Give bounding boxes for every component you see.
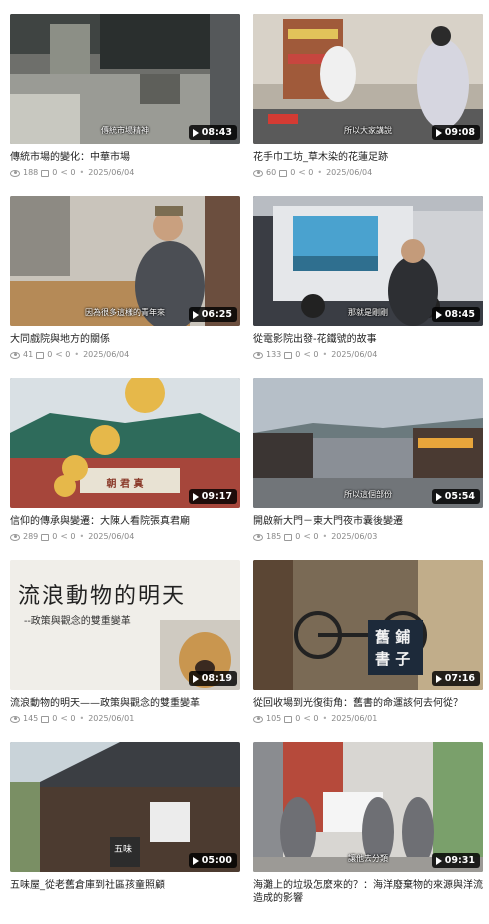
- duration-badge: 05:00: [188, 853, 237, 868]
- eye-icon: [10, 169, 20, 177]
- video-card[interactable]: 流浪動物的明天 --政策與觀念的雙重變革 08:19 流浪動物的明天——政策與觀…: [10, 560, 240, 742]
- eye-icon: [253, 169, 263, 177]
- video-meta: 145 0 0 •2025/06/01: [10, 714, 240, 724]
- video-card[interactable]: 因為很多這樣的青年來 06:25 大同戲院與地方的關係 41 0 0 •2025…: [10, 196, 240, 378]
- play-icon: [192, 492, 199, 501]
- wuwei-sign: 五味: [114, 845, 133, 855]
- video-title[interactable]: 開啟新大門－東大門夜市囊後變遷: [253, 515, 483, 528]
- video-thumbnail[interactable]: 讓他去分類 09:31: [253, 742, 483, 872]
- share-icon: [60, 532, 68, 542]
- video-meta: 188 0 0 •2025/06/04: [10, 168, 240, 178]
- video-thumbnail[interactable]: 所以這個部份 05:54: [253, 378, 483, 508]
- comment-icon: [284, 351, 293, 359]
- video-thumbnail[interactable]: 那就是剛剛 08:45: [253, 196, 483, 326]
- comment-icon: [279, 169, 288, 177]
- video-meta: 289 0 0 •2025/06/04: [10, 532, 240, 542]
- comment-icon: [41, 533, 50, 541]
- temple-sign: 朝 君 真: [106, 479, 144, 490]
- eye-icon: [10, 533, 20, 541]
- video-meta: 60 0 0 •2025/06/04: [253, 168, 483, 178]
- video-title[interactable]: 花手巾工坊_草木染的花蓮足跡: [253, 151, 483, 164]
- video-title[interactable]: 海灘上的垃圾怎麼來的？：海洋廢棄物的來源與洋流造成的影響: [253, 879, 483, 905]
- duration-badge: 08:43: [188, 125, 237, 140]
- bookshop-sign-left: 書 子: [375, 650, 411, 668]
- eye-icon: [253, 715, 263, 723]
- video-thumbnail[interactable]: 五味 05:00: [10, 742, 240, 872]
- share-icon: [303, 714, 311, 724]
- video-card[interactable]: 所以大家講說 09:08 花手巾工坊_草木染的花蓮足跡 60 0 0 •2025…: [253, 14, 483, 196]
- share-icon: [60, 714, 68, 724]
- share-icon: [303, 350, 311, 360]
- share-icon: [298, 168, 306, 178]
- video-title[interactable]: 信仰的傳承與變遷：大陳人看院張真君廟: [10, 515, 240, 528]
- comment-icon: [36, 351, 45, 359]
- play-icon: [435, 674, 442, 683]
- share-icon: [303, 532, 311, 542]
- video-thumbnail[interactable]: 朝 君 真 09:17: [10, 378, 240, 508]
- video-card[interactable]: 所以這個部份 05:54 開啟新大門－東大門夜市囊後變遷 185 0 0 •20…: [253, 378, 483, 560]
- video-thumbnail[interactable]: 所以大家講說 09:08: [253, 14, 483, 144]
- video-thumbnail[interactable]: 流浪動物的明天 --政策與觀念的雙重變革 08:19: [10, 560, 240, 690]
- duration-badge: 07:16: [431, 671, 480, 686]
- video-card[interactable]: 舊 鋪 書 子 07:16 從回收場到光復街角：舊書的命運該何去何從？ 105 …: [253, 560, 483, 742]
- play-icon: [192, 128, 199, 137]
- eye-icon: [253, 351, 263, 359]
- video-thumbnail[interactable]: 傳統市場精神 08:43: [10, 14, 240, 144]
- video-title[interactable]: 從電影院出發-花鐵號的故事: [253, 333, 483, 346]
- eye-icon: [253, 533, 263, 541]
- duration-badge: 05:54: [431, 489, 480, 504]
- video-card[interactable]: 那就是剛剛 08:45 從電影院出發-花鐵號的故事 133 0 0 •2025/…: [253, 196, 483, 378]
- duration-badge: 06:25: [188, 307, 237, 322]
- share-icon: [55, 350, 63, 360]
- share-icon: [60, 168, 68, 178]
- video-title[interactable]: 流浪動物的明天——政策與觀念的雙重變革: [10, 697, 240, 710]
- comment-icon: [41, 715, 50, 723]
- play-icon: [435, 492, 442, 501]
- video-title[interactable]: 五味屋_從老舊倉庫到社區孩童照顧: [10, 879, 240, 892]
- video-title[interactable]: 傳統市場的變化：中華市場: [10, 151, 240, 164]
- video-title[interactable]: 從回收場到光復街角：舊書的命運該何去何從？: [253, 697, 483, 710]
- comment-icon: [41, 169, 50, 177]
- play-icon: [192, 856, 199, 865]
- video-meta: 133 0 0 •2025/06/04: [253, 350, 483, 360]
- duration-badge: 09:08: [431, 125, 480, 140]
- comment-icon: [284, 715, 293, 723]
- eye-icon: [10, 715, 20, 723]
- play-icon: [435, 856, 442, 865]
- stray-title: 流浪動物的明天: [18, 584, 187, 609]
- eye-icon: [10, 351, 20, 359]
- comment-icon: [284, 533, 293, 541]
- play-icon: [435, 310, 442, 319]
- video-meta: 185 0 0 •2025/06/03: [253, 532, 483, 542]
- video-title[interactable]: 大同戲院與地方的關係: [10, 333, 240, 346]
- bookshop-sign-right: 舊 鋪: [375, 628, 411, 646]
- video-thumbnail[interactable]: 舊 鋪 書 子 07:16: [253, 560, 483, 690]
- duration-badge: 08:45: [431, 307, 480, 322]
- play-icon: [435, 128, 442, 137]
- video-meta: 41 0 0 •2025/06/04: [10, 350, 240, 360]
- stray-subtitle: --政策與觀念的雙重變革: [24, 616, 131, 627]
- duration-badge: 08:19: [188, 671, 237, 686]
- video-grid: 傳統市場精神 08:43 傳統市場的變化：中華市場 188 0 0 •2025/…: [10, 14, 483, 924]
- video-card[interactable]: 傳統市場精神 08:43 傳統市場的變化：中華市場 188 0 0 •2025/…: [10, 14, 240, 196]
- video-card[interactable]: 朝 君 真 09:17 信仰的傳承與變遷：大陳人看院張真君廟 289 0 0 •…: [10, 378, 240, 560]
- play-icon: [192, 310, 199, 319]
- video-meta: 105 0 0 •2025/06/01: [253, 714, 483, 724]
- video-thumbnail[interactable]: 因為很多這樣的青年來 06:25: [10, 196, 240, 326]
- duration-badge: 09:17: [188, 489, 237, 504]
- duration-badge: 09:31: [431, 853, 480, 868]
- play-icon: [192, 674, 199, 683]
